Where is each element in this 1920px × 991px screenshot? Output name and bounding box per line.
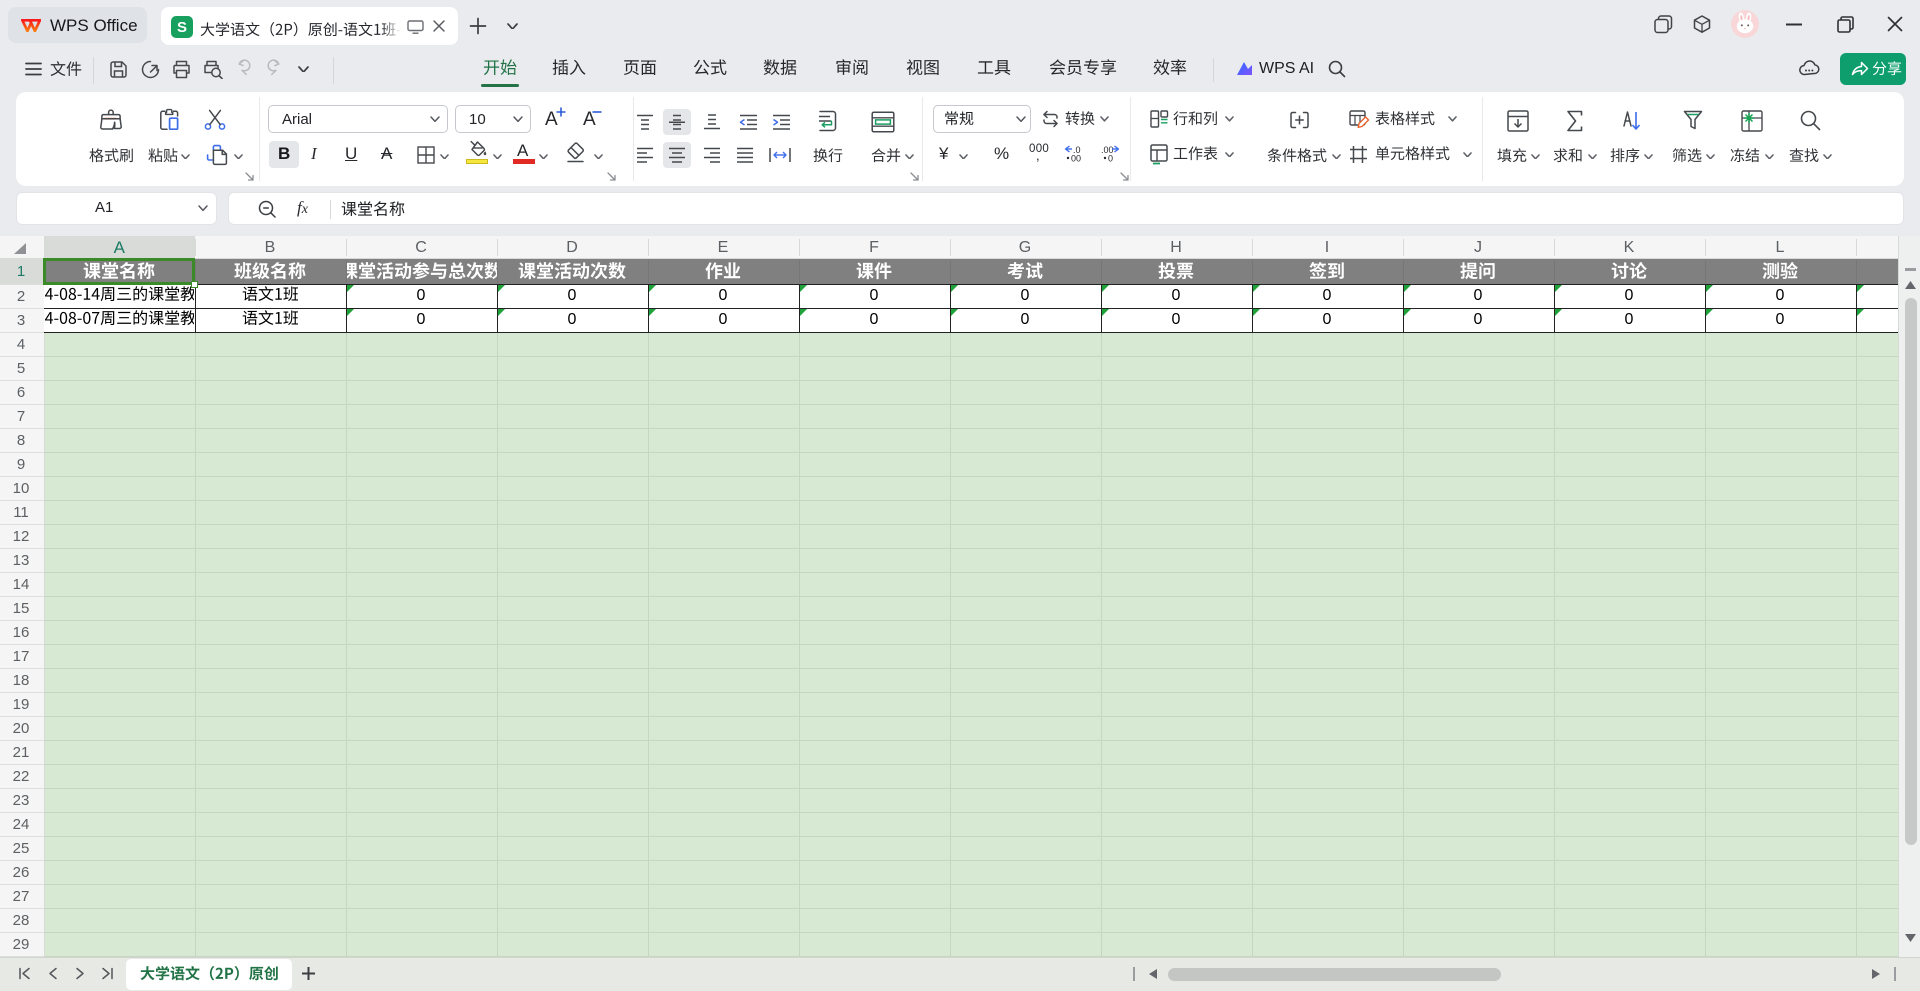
- svg-text:00: 00: [1071, 154, 1081, 164]
- svg-text:0: 0: [1108, 154, 1113, 164]
- svg-text:,: ,: [1036, 148, 1040, 163]
